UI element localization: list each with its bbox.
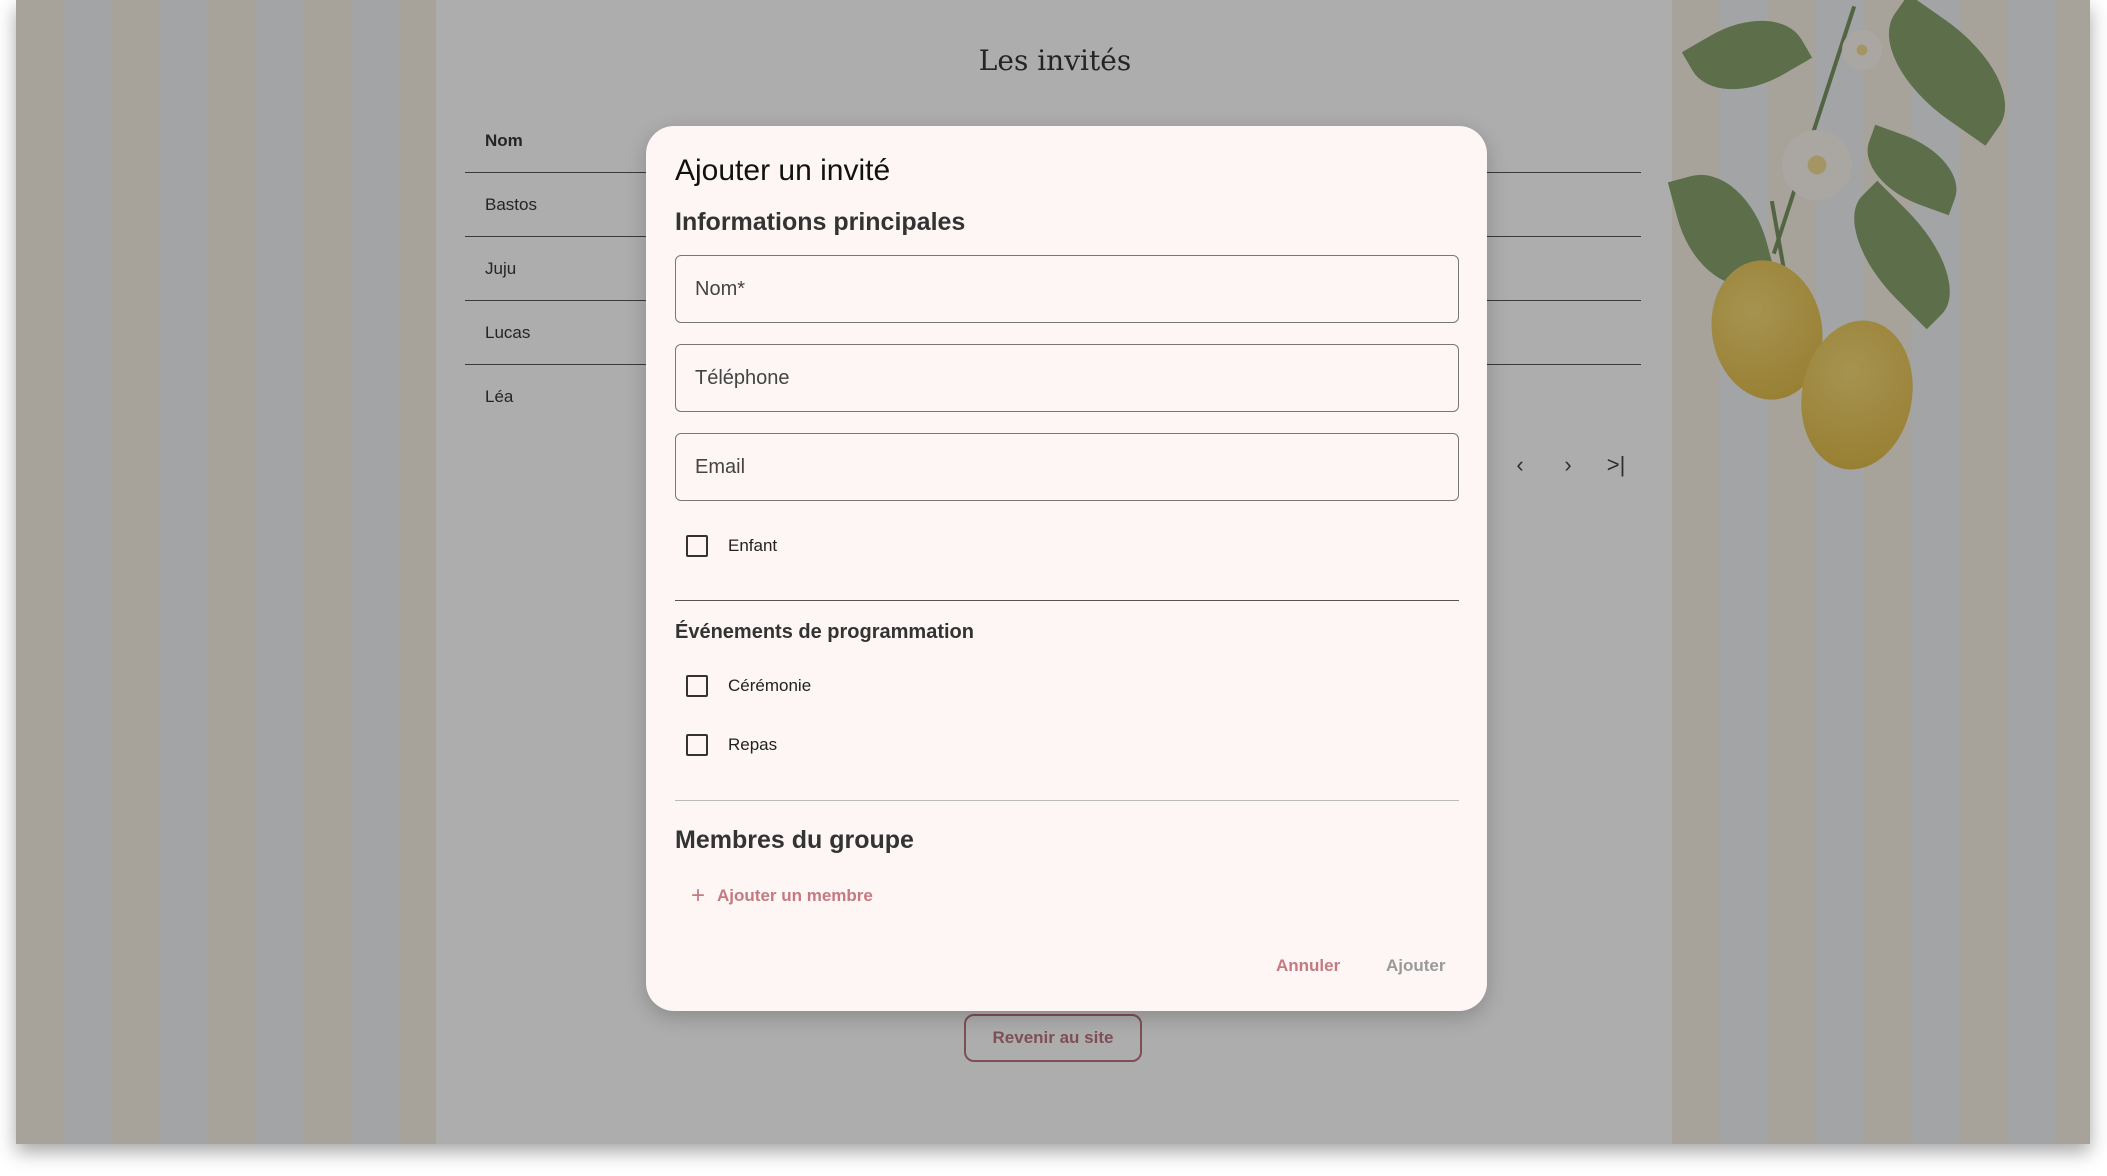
add-button[interactable]: Ajouter <box>1386 956 1446 976</box>
name-field[interactable] <box>675 255 1459 323</box>
meal-checkbox[interactable] <box>686 734 708 756</box>
phone-input[interactable] <box>676 345 1458 411</box>
add-guest-dialog: Ajouter un invité Informations principal… <box>646 126 1487 1011</box>
divider <box>675 800 1459 801</box>
plus-icon: + <box>691 882 706 909</box>
add-member-label: Ajouter un membre <box>717 886 873 905</box>
phone-field[interactable] <box>675 344 1459 412</box>
child-checkbox[interactable] <box>686 535 708 557</box>
name-input[interactable] <box>676 256 1458 322</box>
ceremony-checkbox[interactable] <box>686 675 708 697</box>
section-title-events: Événements de programmation <box>675 621 974 643</box>
child-checkbox-row[interactable]: Enfant <box>686 530 777 562</box>
dialog-title: Ajouter un invité <box>675 154 891 187</box>
cancel-button[interactable]: Annuler <box>1276 956 1340 976</box>
ceremony-checkbox-label: Cérémonie <box>728 676 812 695</box>
email-field[interactable] <box>675 433 1459 501</box>
app-screen: Les invités Nom Bastos Juju Lucas Léa ‹ ›… <box>16 0 2090 1144</box>
meal-checkbox-row[interactable]: Repas <box>686 729 777 761</box>
divider <box>675 600 1459 601</box>
ceremony-checkbox-row[interactable]: Cérémonie <box>686 670 811 702</box>
email-input[interactable] <box>676 434 1458 500</box>
child-checkbox-label: Enfant <box>728 536 778 555</box>
section-title-group: Membres du groupe <box>675 826 914 854</box>
add-member-button[interactable]: + Ajouter un membre <box>691 882 873 910</box>
meal-checkbox-label: Repas <box>728 735 778 754</box>
section-title-main: Informations principales <box>675 208 966 236</box>
